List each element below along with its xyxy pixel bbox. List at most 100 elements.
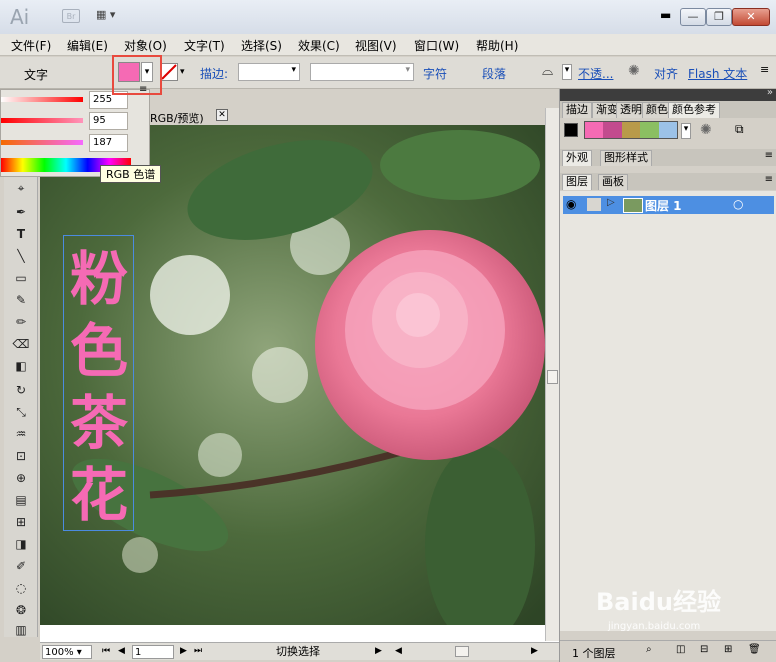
chevron-down-icon[interactable]: ▾ xyxy=(681,123,691,139)
eye-icon[interactable]: ◉ xyxy=(566,197,576,211)
harmony-swatches[interactable] xyxy=(584,121,678,139)
scale-tool-icon[interactable]: ⤡ xyxy=(10,405,32,423)
green-slider[interactable] xyxy=(1,118,83,123)
layer-name[interactable]: 图层 1 xyxy=(645,197,682,214)
layer-row[interactable]: ◉ ▷ 图层 1 ○ xyxy=(563,196,774,214)
green-value[interactable]: 95 xyxy=(89,112,128,130)
panel-minimize-icon[interactable]: ▬ xyxy=(660,8,671,22)
stroke-dropdown[interactable]: ▾ xyxy=(180,63,190,81)
new-layer-icon[interactable]: ⊞ xyxy=(724,644,732,655)
font-field[interactable]: ▾ xyxy=(310,63,414,81)
eyedropper-tool-icon[interactable]: ✐ xyxy=(10,559,32,577)
pen-tool-icon[interactable]: ✒ xyxy=(10,205,32,223)
blue-slider[interactable] xyxy=(1,140,83,145)
align-link[interactable]: 对齐 xyxy=(654,65,678,82)
panel-menu-icon[interactable]: ≡ xyxy=(765,174,773,185)
recolor-icon[interactable]: ✺ xyxy=(700,122,712,138)
envelope-icon[interactable]: ⌓ xyxy=(542,63,553,79)
blob-brush-icon[interactable]: ⌫ xyxy=(10,337,32,355)
collapse-icon[interactable]: » xyxy=(767,87,773,98)
scroll-left-icon[interactable]: ◀ xyxy=(395,646,402,656)
perspective-grid-icon[interactable]: ▤ xyxy=(10,493,32,511)
menu-select[interactable]: 选择(S) xyxy=(241,37,282,54)
warp-tool-icon[interactable]: ♒ xyxy=(10,427,32,445)
column-graph-icon[interactable]: ▥ xyxy=(10,623,32,641)
selection-tool-icon[interactable]: ⌖ xyxy=(10,181,32,199)
panel-menu-icon[interactable]: ≡ xyxy=(765,150,773,161)
menu-edit[interactable]: 编辑(E) xyxy=(67,37,108,54)
lock-toggle[interactable] xyxy=(587,198,601,211)
status-tool-text[interactable]: 切换选择 xyxy=(210,645,386,659)
artwork-vertical-text[interactable]: 粉 色 茶 花 xyxy=(60,243,138,531)
panel-menu-icon[interactable]: ≡ xyxy=(760,63,769,76)
eraser-tool-icon[interactable]: ◧ xyxy=(10,359,32,377)
trash-icon[interactable]: 🗑 xyxy=(748,644,761,655)
locate-object-icon[interactable]: ⌕ xyxy=(646,644,652,655)
free-transform-icon[interactable]: ⊡ xyxy=(10,449,32,467)
character-link[interactable]: 字符 xyxy=(423,65,447,82)
guide-swatch[interactable] xyxy=(658,122,678,138)
gradient-tool-icon[interactable]: ◨ xyxy=(10,537,32,555)
chevron-right-icon[interactable]: ▶ xyxy=(375,646,382,656)
prev-page-icon[interactable]: ◀ xyxy=(118,646,125,656)
stroke-label-link[interactable]: 描边: xyxy=(200,65,228,82)
new-sublayer-icon[interactable]: ⊟ xyxy=(700,644,708,655)
red-slider[interactable] xyxy=(1,97,83,102)
target-icon[interactable]: ○ xyxy=(733,197,743,211)
guide-swatch[interactable] xyxy=(640,122,659,138)
rectangle-tool-icon[interactable]: ▭ xyxy=(10,271,32,289)
guide-swatch[interactable] xyxy=(603,122,622,138)
first-page-icon[interactable]: ⏮ xyxy=(102,646,110,656)
mesh-tool-icon[interactable]: ⊞ xyxy=(10,515,32,533)
save-group-icon[interactable]: ⧉ xyxy=(735,122,744,137)
expand-icon[interactable]: ▷ xyxy=(607,197,615,208)
recolor-icon[interactable]: ✺ xyxy=(628,63,640,79)
flash-text-link[interactable]: Flash 文本 xyxy=(688,65,747,82)
tab-graphic-styles[interactable]: 图形样式 xyxy=(600,150,652,166)
menu-effect[interactable]: 效果(C) xyxy=(298,37,340,54)
opacity-link[interactable]: 不透... xyxy=(578,65,613,82)
blue-value[interactable]: 187 xyxy=(89,134,128,152)
line-tool-icon[interactable]: ╲ xyxy=(10,249,32,267)
tab-stroke[interactable]: 描边 xyxy=(562,102,592,118)
paragraph-link[interactable]: 段落 xyxy=(482,65,506,82)
symbol-sprayer-icon[interactable]: ❂ xyxy=(10,603,32,621)
bridge-button[interactable]: Br xyxy=(62,9,80,23)
paintbrush-tool-icon[interactable]: ✎ xyxy=(10,293,32,311)
restore-button[interactable]: ❐ xyxy=(706,8,732,26)
next-page-icon[interactable]: ▶ xyxy=(180,646,187,656)
tab-color-guide[interactable]: 颜色参考 xyxy=(668,102,720,118)
pencil-tool-icon[interactable]: ✏ xyxy=(10,315,32,333)
minimize-button[interactable]: — xyxy=(680,8,706,26)
tab-appearance[interactable]: 外观 xyxy=(562,150,592,166)
horizontal-scroll-thumb[interactable] xyxy=(455,646,469,657)
menu-view[interactable]: 视图(V) xyxy=(355,37,397,54)
stroke-color-swatch[interactable] xyxy=(160,63,178,81)
guide-swatch[interactable] xyxy=(585,122,604,138)
close-button[interactable]: ✕ xyxy=(732,8,770,26)
tab-layers[interactable]: 图层 xyxy=(562,174,592,190)
page-field[interactable]: 1 xyxy=(132,645,174,659)
guide-swatch[interactable] xyxy=(621,122,641,138)
menu-type[interactable]: 文字(T) xyxy=(184,37,225,54)
rotate-tool-icon[interactable]: ↻ xyxy=(10,383,32,401)
workspace-switcher[interactable]: ▦ ▾ xyxy=(96,8,126,24)
close-icon[interactable]: ✕ xyxy=(216,109,228,121)
document-tab-label[interactable]: RGB/预览) xyxy=(150,110,204,126)
clipping-mask-icon[interactable]: ◫ xyxy=(676,644,685,655)
base-color-swatch[interactable] xyxy=(564,123,578,137)
shape-builder-icon[interactable]: ⊕ xyxy=(10,471,32,489)
chevron-down-icon[interactable]: ▾ xyxy=(562,64,572,80)
scroll-thumb[interactable] xyxy=(547,370,558,384)
scroll-right-icon[interactable]: ▶ xyxy=(531,646,538,656)
menu-help[interactable]: 帮助(H) xyxy=(476,37,518,54)
zoom-field[interactable]: 100% ▾ xyxy=(42,645,92,659)
type-tool-icon[interactable]: T xyxy=(10,227,32,245)
vertical-scrollbar[interactable] xyxy=(545,108,559,641)
tab-artboards[interactable]: 画板 xyxy=(598,174,628,190)
menu-file[interactable]: 文件(F) xyxy=(11,37,51,54)
menu-window[interactable]: 窗口(W) xyxy=(414,37,459,54)
blend-tool-icon[interactable]: ◌ xyxy=(10,581,32,599)
menu-object[interactable]: 对象(O) xyxy=(124,37,167,54)
stroke-weight-field[interactable]: ▾ xyxy=(238,63,300,81)
